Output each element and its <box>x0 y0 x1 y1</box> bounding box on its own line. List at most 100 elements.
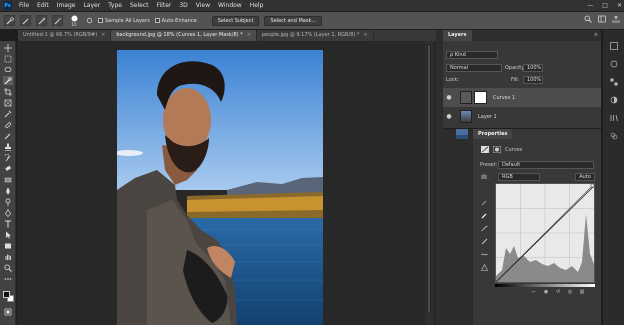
subtract-from-selection-button[interactable] <box>52 15 63 26</box>
sample-all-layers-box[interactable] <box>98 18 103 23</box>
blur-tool[interactable] <box>3 186 13 195</box>
pen-tool[interactable] <box>3 208 13 217</box>
fill-field[interactable]: 100% <box>523 76 543 84</box>
select-subject-button[interactable]: Select Subject <box>211 15 260 26</box>
clone-stamp-tool[interactable] <box>3 142 13 151</box>
edit-toolbar-tool[interactable] <box>3 274 13 283</box>
channel-select[interactable]: RGB <box>498 173 540 181</box>
foreground-color-swatch[interactable] <box>3 291 10 298</box>
add-to-selection-button[interactable] <box>36 15 47 26</box>
toggle-visibility-icon[interactable]: ◎ <box>567 289 573 295</box>
tab-close-icon[interactable]: × <box>101 32 105 38</box>
quick-selection-tool[interactable] <box>3 76 13 85</box>
view-previous-state-icon[interactable]: ◉ <box>543 289 549 295</box>
layer-row-curves-1[interactable]: ● Curves 1 <box>443 88 601 107</box>
new-selection-button[interactable] <box>20 15 31 26</box>
brush-tool[interactable] <box>3 131 13 140</box>
rectangle-tool[interactable] <box>3 241 13 250</box>
quick-mask-tool[interactable] <box>3 307 13 316</box>
gray-point-eyedropper-icon[interactable] <box>481 199 488 206</box>
workspace-icon[interactable] <box>598 15 606 23</box>
menu-layer[interactable]: Layer <box>79 0 104 11</box>
libraries-icon[interactable] <box>610 114 618 122</box>
gradient-tool[interactable] <box>3 175 13 184</box>
zoom-tool[interactable] <box>3 263 13 272</box>
healing-brush-tool[interactable] <box>3 120 13 129</box>
type-tool[interactable] <box>3 219 13 228</box>
maximize-button[interactable]: □ <box>602 2 608 9</box>
menu-edit[interactable]: Edit <box>33 0 53 11</box>
mask-icon[interactable] <box>493 146 501 153</box>
quick-mask-icon <box>4 308 12 315</box>
menu-view[interactable]: View <box>192 0 214 11</box>
close-window-button[interactable]: ✕ <box>617 2 622 9</box>
select-and-mask-button[interactable]: Select and Mask... <box>264 15 323 26</box>
history-brush-tool[interactable] <box>3 153 13 162</box>
color-icon[interactable] <box>610 60 618 68</box>
visibility-eye-icon[interactable]: ● <box>444 94 454 101</box>
dodge-tool[interactable] <box>3 197 13 206</box>
adjustments-icon[interactable] <box>610 96 618 104</box>
opacity-field[interactable]: 100% <box>523 64 543 72</box>
pencil-icon[interactable] <box>481 238 488 245</box>
panel-menu-icon[interactable]: ≡ <box>594 32 598 38</box>
smooth-icon[interactable] <box>481 251 488 258</box>
frame-tool[interactable] <box>3 98 13 107</box>
menu-help[interactable]: Help <box>246 0 268 11</box>
layer-mask-thumbnail[interactable] <box>474 91 487 104</box>
eyedropper-tool[interactable] <box>3 109 13 118</box>
lasso-tool[interactable] <box>3 65 13 74</box>
black-point-eyedropper-icon[interactable] <box>481 186 488 193</box>
menu-3d[interactable]: 3D <box>175 0 191 11</box>
swatches-icon[interactable] <box>610 78 618 86</box>
hand-tool[interactable] <box>3 252 13 261</box>
preset-select[interactable]: Default <box>498 161 594 169</box>
path-selection-tool[interactable] <box>3 230 13 239</box>
marquee-tool[interactable] <box>3 54 13 63</box>
reset-icon[interactable]: ↺ <box>555 289 561 295</box>
menu-select[interactable]: Select <box>126 0 153 11</box>
menu-filter[interactable]: Filter <box>153 0 176 11</box>
layers-tab[interactable]: Layers <box>443 30 472 41</box>
move-tool[interactable] <box>3 43 13 52</box>
menu-file[interactable]: File <box>15 0 33 11</box>
hand-adjust-icon[interactable] <box>481 173 488 180</box>
blend-mode-select[interactable]: Normal <box>446 64 502 72</box>
document-canvas[interactable] <box>117 50 323 325</box>
brush-settings-button[interactable] <box>85 15 93 26</box>
warning-icon[interactable] <box>481 264 488 271</box>
tab-untitled-1[interactable]: Untitled-1 @ 66.7% (RGB/8#) × <box>18 30 112 41</box>
clip-to-layer-icon[interactable]: ⌐ <box>531 289 537 295</box>
menu-image[interactable]: Image <box>53 0 80 11</box>
share-icon[interactable] <box>612 15 620 23</box>
auto-button[interactable]: Auto <box>575 173 595 181</box>
properties-tab[interactable]: Properties <box>473 129 513 139</box>
search-icon[interactable] <box>584 15 592 23</box>
white-point-eyedropper-icon[interactable] <box>481 212 488 219</box>
vertical-scrollbar[interactable] <box>425 41 433 325</box>
auto-enhance-checkbox[interactable]: Auto-Enhance <box>154 18 197 24</box>
minimize-button[interactable]: — <box>587 2 593 9</box>
tab-people[interactable]: people.jpg @ 9.17% (Layer 1, RGB/8) * × <box>256 30 374 41</box>
tool-preset-picker[interactable] <box>4 15 15 26</box>
scrollbar-thumb[interactable] <box>427 44 431 314</box>
delete-icon[interactable]: ▥ <box>579 289 585 295</box>
layer-filter-select[interactable]: ρ Kind <box>446 51 498 59</box>
visibility-eye-icon[interactable]: ● <box>444 113 454 120</box>
tab-close-icon[interactable]: × <box>247 32 251 38</box>
curves-graph[interactable] <box>495 183 595 283</box>
history-icon[interactable] <box>610 42 618 50</box>
menu-window[interactable]: Window <box>214 0 246 11</box>
crop-tool[interactable] <box>3 87 13 96</box>
sample-all-layers-checkbox[interactable]: Sample All Layers <box>98 18 150 24</box>
layer-row-layer-1[interactable]: ● Layer 1 <box>443 107 601 126</box>
brush-size-picker[interactable]: 10 <box>68 15 80 27</box>
eraser-tool[interactable] <box>3 164 13 173</box>
menu-type[interactable]: Type <box>104 0 126 11</box>
tab-background[interactable]: background.jpg @ 18% (Curves 1, Layer Ma… <box>111 30 257 41</box>
curve-edit-points-icon[interactable] <box>481 225 488 232</box>
tab-close-icon[interactable]: × <box>363 32 367 38</box>
collapsed-panels-strip <box>436 30 443 325</box>
channels-icon[interactable] <box>610 132 618 140</box>
auto-enhance-box[interactable] <box>154 18 160 23</box>
